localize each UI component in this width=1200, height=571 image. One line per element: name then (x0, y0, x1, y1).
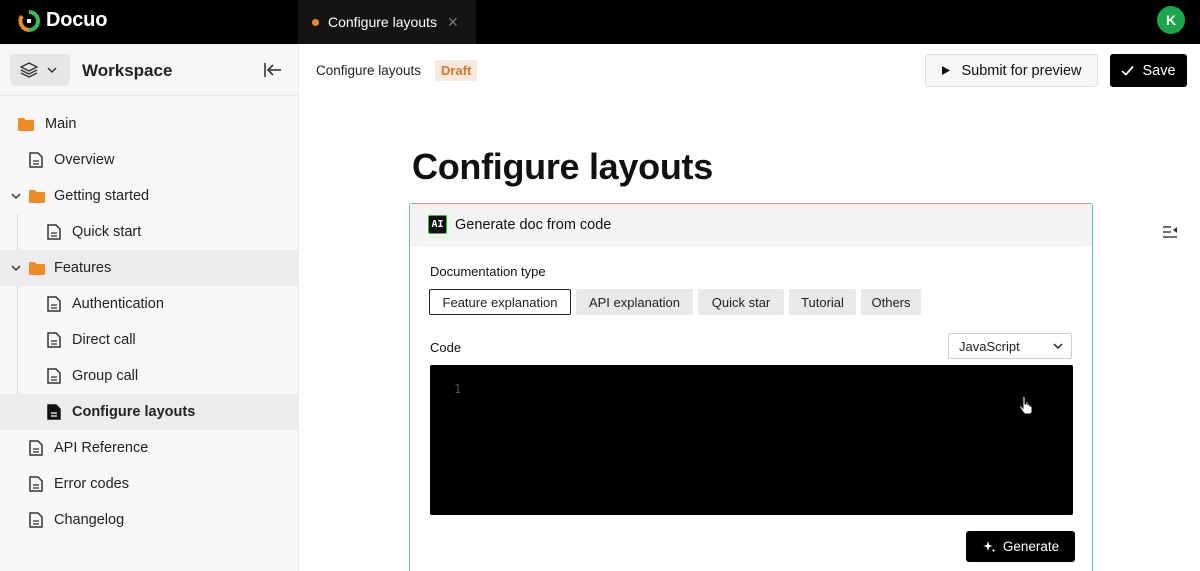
submit-for-preview-button[interactable]: Submit for preview (925, 54, 1098, 87)
document-icon (47, 296, 61, 312)
document-icon (47, 224, 61, 240)
play-icon (942, 66, 951, 75)
close-icon[interactable]: ✕ (447, 14, 459, 31)
sidebar-item-label: Changelog (54, 512, 125, 528)
sidebar-item-label: Configure layouts (72, 404, 196, 420)
sidebar-item-authentication[interactable]: Authentication (0, 286, 298, 322)
sidebar-item-main[interactable]: Main (0, 106, 298, 142)
collapse-sidebar-icon[interactable] (263, 61, 283, 79)
save-label: Save (1142, 62, 1176, 79)
workspace-title: Workspace (82, 61, 173, 80)
avatar[interactable]: K (1157, 6, 1185, 34)
document-icon (29, 512, 43, 528)
doc-title: Configure layouts (316, 63, 422, 78)
sidebar: Workspace Main Overview Getting started … (0, 44, 299, 571)
unsaved-dot-icon (312, 18, 319, 26)
sidebar-item-api-reference[interactable]: API Reference (0, 430, 298, 466)
code-editor[interactable]: 1 (430, 365, 1073, 515)
document-icon (47, 368, 61, 384)
chevron-down-icon[interactable] (10, 190, 22, 202)
sidebar-item-label: Getting started (54, 188, 150, 204)
submit-label: Submit for preview (961, 62, 1082, 79)
top-bar: Docuo Configure layouts ✕ K (0, 0, 1200, 44)
line-number: 1 (454, 382, 462, 396)
chevron-down-icon (1053, 343, 1063, 350)
table-of-contents-icon[interactable] (1162, 225, 1178, 239)
doc-type-tutorial[interactable]: Tutorial (789, 289, 856, 315)
sidebar-item-getting-started[interactable]: Getting started (0, 178, 298, 214)
language-select[interactable]: JavaScript (948, 333, 1072, 359)
sidebar-item-label: Group call (72, 368, 139, 384)
code-label: Code (430, 340, 462, 355)
sidebar-item-label: Error codes (54, 476, 129, 492)
app-logo[interactable]: Docuo (18, 9, 107, 32)
docuo-logo-icon (18, 9, 40, 32)
sidebar-item-configure-layouts[interactable]: Configure layouts (0, 394, 298, 430)
chevron-down-icon[interactable] (10, 262, 22, 274)
generate-button[interactable]: Generate (966, 531, 1075, 562)
sidebar-item-label: Direct call (72, 332, 136, 348)
generate-doc-card: AI Generate doc from code Documentation … (409, 203, 1093, 571)
document-icon (29, 476, 43, 492)
folder-icon (18, 118, 34, 131)
sidebar-item-group-call[interactable]: Group call (0, 358, 298, 394)
card-title: Generate doc from code (455, 216, 612, 233)
sidebar-item-label: Features (54, 260, 112, 276)
sidebar-item-label: API Reference (54, 440, 149, 456)
doc-type-api-explanation[interactable]: API explanation (576, 289, 693, 315)
document-filled-icon (47, 404, 61, 420)
document-icon (29, 440, 43, 456)
doc-type-feature-explanation[interactable]: Feature explanation (429, 289, 571, 315)
check-icon (1121, 65, 1135, 76)
hand-cursor-icon (1019, 395, 1033, 415)
sidebar-item-label: Authentication (72, 296, 164, 312)
doc-type-others[interactable]: Others (861, 289, 921, 315)
language-value: JavaScript (959, 338, 1020, 354)
generate-label: Generate (1002, 539, 1060, 554)
workspace-switcher[interactable] (10, 54, 70, 86)
sidebar-item-error-codes[interactable]: Error codes (0, 466, 298, 502)
tab-label: Configure layouts (328, 14, 437, 30)
folder-icon (29, 190, 45, 203)
sidebar-item-label: Overview (54, 152, 115, 168)
sidebar-item-changelog[interactable]: Changelog (0, 502, 298, 538)
sidebar-item-label: Quick start (72, 224, 142, 240)
sparkle-icon (982, 540, 996, 552)
save-button[interactable]: Save (1110, 54, 1187, 87)
chevron-down-icon (47, 67, 57, 74)
card-header: AI Generate doc from code (410, 204, 1092, 246)
sidebar-item-direct-call[interactable]: Direct call (0, 322, 298, 358)
document-icon (47, 332, 61, 348)
layers-icon (20, 62, 38, 78)
doc-type-label: Documentation type (430, 264, 546, 279)
ai-icon: AI (428, 215, 447, 234)
sidebar-item-features[interactable]: Features (0, 250, 298, 286)
document-icon (29, 152, 43, 168)
doc-type-quick-start[interactable]: Quick star (698, 289, 784, 315)
app-name: Docuo (46, 9, 108, 31)
sidebar-item-overview[interactable]: Overview (0, 142, 298, 178)
workspace-header: Workspace (0, 44, 298, 96)
page-title[interactable]: Configure layouts (412, 146, 713, 188)
sidebar-item-label: Main (45, 116, 77, 132)
status-badge: Draft (435, 60, 478, 81)
folder-icon (29, 262, 45, 275)
tab-configure-layouts[interactable]: Configure layouts ✕ (298, 0, 476, 44)
sidebar-item-quick-start[interactable]: Quick start (0, 214, 298, 250)
